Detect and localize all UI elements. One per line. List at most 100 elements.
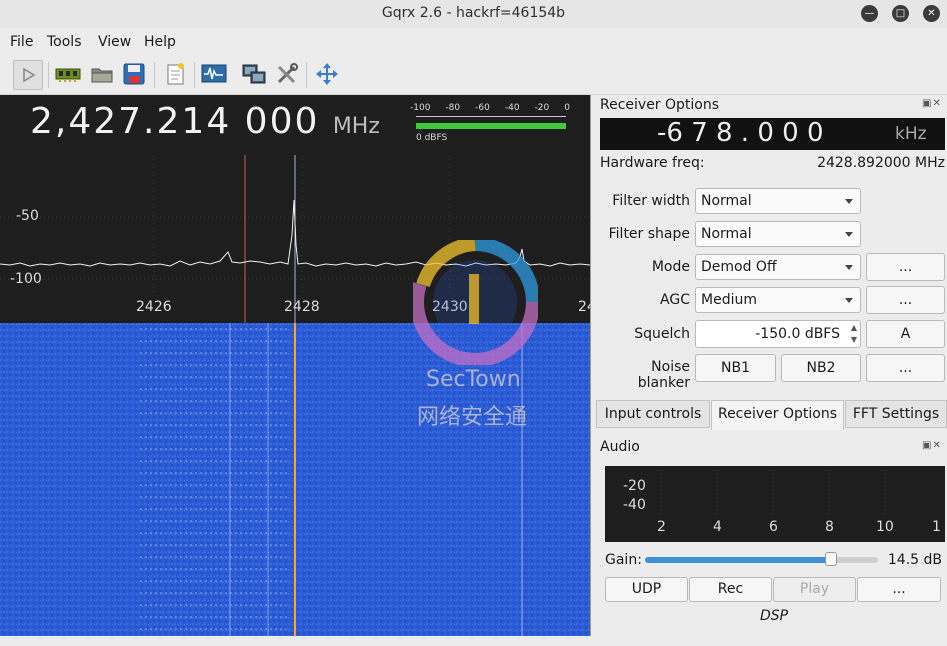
freq-label: 2428 xyxy=(284,299,320,315)
frequency-unit: MHz xyxy=(332,114,380,139)
filter-width-value: Normal xyxy=(701,193,752,209)
offset-unit: kHz xyxy=(895,124,927,144)
audio-x-tick: 2 xyxy=(657,519,666,535)
maximize-button[interactable]: □ xyxy=(892,5,909,22)
frequency-display[interactable]: 2,427.214 000 MHz xyxy=(30,101,380,142)
folder-icon[interactable] xyxy=(88,60,116,88)
fullscreen-icon[interactable] xyxy=(313,60,341,88)
audio-y-tick: -40 xyxy=(623,497,646,513)
dsp-label: DSP xyxy=(760,608,789,624)
audio-y-tick: -20 xyxy=(623,478,646,494)
spin-arrows-icon[interactable]: ▲ ▼ xyxy=(851,322,857,346)
gain-slider-fill xyxy=(645,557,832,563)
audio-x-tick: 8 xyxy=(825,519,834,535)
meter-tick: 0 xyxy=(564,103,570,113)
filter-shape-value: Normal xyxy=(701,226,752,242)
menu-bar: File Tools View Help xyxy=(0,28,947,56)
window-title: Gqrx 2.6 - hackrf=46154b xyxy=(381,5,566,21)
spectrum-plotter[interactable]: 2,427.214 000 MHz -100 -80 -60 -40 -20 0… xyxy=(0,95,591,636)
hw-freq-label: Hardware freq: xyxy=(600,155,705,171)
agc-label: AGC xyxy=(660,292,690,308)
audio-x-tick: 1 xyxy=(932,519,941,535)
gain-slider-handle[interactable] xyxy=(825,552,838,566)
filter-width-select[interactable]: Normal xyxy=(695,188,861,214)
mode-label: Mode xyxy=(651,259,690,275)
mode-options-button[interactable]: ... xyxy=(866,253,945,281)
squelch-auto-button[interactable]: A xyxy=(866,320,945,348)
chevron-down-icon xyxy=(845,298,853,303)
squelch-spinbox[interactable]: -150.0 dBFS ▲ ▼ xyxy=(695,320,861,348)
agc-select[interactable]: Medium xyxy=(695,287,861,313)
filter-width-label: Filter width xyxy=(612,193,690,209)
hardware-icon[interactable] xyxy=(54,60,82,88)
meter-bar xyxy=(416,123,566,129)
meter-tick: -100 xyxy=(410,103,431,113)
play-icon[interactable] xyxy=(13,60,43,90)
tab-receiver-options[interactable]: Receiver Options xyxy=(711,400,844,430)
udp-button[interactable]: UDP xyxy=(605,577,688,602)
audio-x-tick: 4 xyxy=(713,519,722,535)
chevron-down-icon xyxy=(845,265,853,270)
dock-float-close-icon[interactable]: ▣✕ xyxy=(922,98,942,109)
filter-shape-label: Filter shape xyxy=(608,226,690,242)
toolbar xyxy=(0,56,947,95)
nb1-button[interactable]: NB1 xyxy=(695,354,776,382)
watermark-logo xyxy=(410,237,540,367)
chevron-down-icon xyxy=(845,199,853,204)
audio-panel-title: Audio xyxy=(600,439,640,455)
mode-select[interactable]: Demod Off xyxy=(695,254,861,280)
offset-display[interactable]: -6 7 8 . 0 0 0 kHz xyxy=(600,118,945,150)
menu-tools[interactable]: Tools xyxy=(47,34,82,50)
mode-value: Demod Off xyxy=(701,259,777,275)
frequency-value[interactable]: 2,427.214 000 xyxy=(30,101,319,142)
settings-icon[interactable] xyxy=(273,60,301,88)
meter-tick: -20 xyxy=(534,103,550,113)
meter-label: 0 dBFS xyxy=(416,133,448,143)
gain-value: 14.5 dB xyxy=(887,552,942,568)
spectrum-canvas[interactable] xyxy=(0,95,590,636)
agc-value: Medium xyxy=(701,292,757,308)
filter-shape-select[interactable]: Normal xyxy=(695,221,861,247)
offset-value[interactable]: -6 7 8 . 0 0 0 xyxy=(657,118,824,148)
meter-tick: -40 xyxy=(504,103,520,113)
play-button[interactable]: Play xyxy=(773,577,856,602)
meter-tick: -60 xyxy=(475,103,490,113)
waveform-icon[interactable] xyxy=(200,60,228,88)
watermark-text: SecTown xyxy=(426,367,521,392)
hw-freq-value: 2428.892000 MHz xyxy=(817,155,945,171)
signal-meter: -100 -80 -60 -40 -20 0 0 dBFS xyxy=(410,103,570,145)
nb-options-button[interactable]: ... xyxy=(866,354,945,382)
nb2-button[interactable]: NB2 xyxy=(781,354,861,382)
menu-help[interactable]: Help xyxy=(144,34,176,50)
db-label: -100 xyxy=(10,271,42,287)
audio-options-button[interactable]: ... xyxy=(857,577,941,602)
title-bar: Gqrx 2.6 - hackrf=46154b — □ ✕ xyxy=(0,0,947,29)
close-button[interactable]: ✕ xyxy=(923,5,940,22)
menu-file[interactable]: File xyxy=(10,34,33,50)
receiver-panel-title: Receiver Options xyxy=(600,97,720,113)
agc-options-button[interactable]: ... xyxy=(866,286,945,314)
squelch-label: Squelch xyxy=(634,326,690,342)
tab-input-controls[interactable]: Input controls xyxy=(596,400,710,428)
menu-view[interactable]: View xyxy=(98,34,131,50)
squelch-value[interactable]: -150.0 dBFS xyxy=(755,326,840,342)
meter-tick: -80 xyxy=(445,103,461,113)
save-icon[interactable] xyxy=(120,60,148,88)
gain-slider[interactable] xyxy=(645,552,878,566)
dock-float-close-icon[interactable]: ▣✕ xyxy=(922,440,942,451)
watermark-subtext: 网络安全通 xyxy=(417,405,528,430)
tab-fft-settings[interactable]: FFT Settings xyxy=(845,400,947,428)
freq-label: 24 xyxy=(578,299,590,315)
db-label: -50 xyxy=(16,208,39,224)
audio-fft-plot[interactable]: -20 -40 2 4 6 8 10 1 xyxy=(605,466,945,542)
record-button[interactable]: Rec xyxy=(689,577,772,602)
freq-label: 2426 xyxy=(136,299,172,315)
remote-control-icon[interactable] xyxy=(240,60,268,88)
audio-x-tick: 6 xyxy=(769,519,778,535)
chevron-down-icon xyxy=(845,232,853,237)
gain-label: Gain: xyxy=(605,552,642,568)
audio-x-tick: 10 xyxy=(876,519,894,535)
bookmark-icon[interactable] xyxy=(162,60,190,88)
noise-blanker-label: Noise blanker xyxy=(637,359,690,391)
minimize-button[interactable]: — xyxy=(861,5,878,22)
